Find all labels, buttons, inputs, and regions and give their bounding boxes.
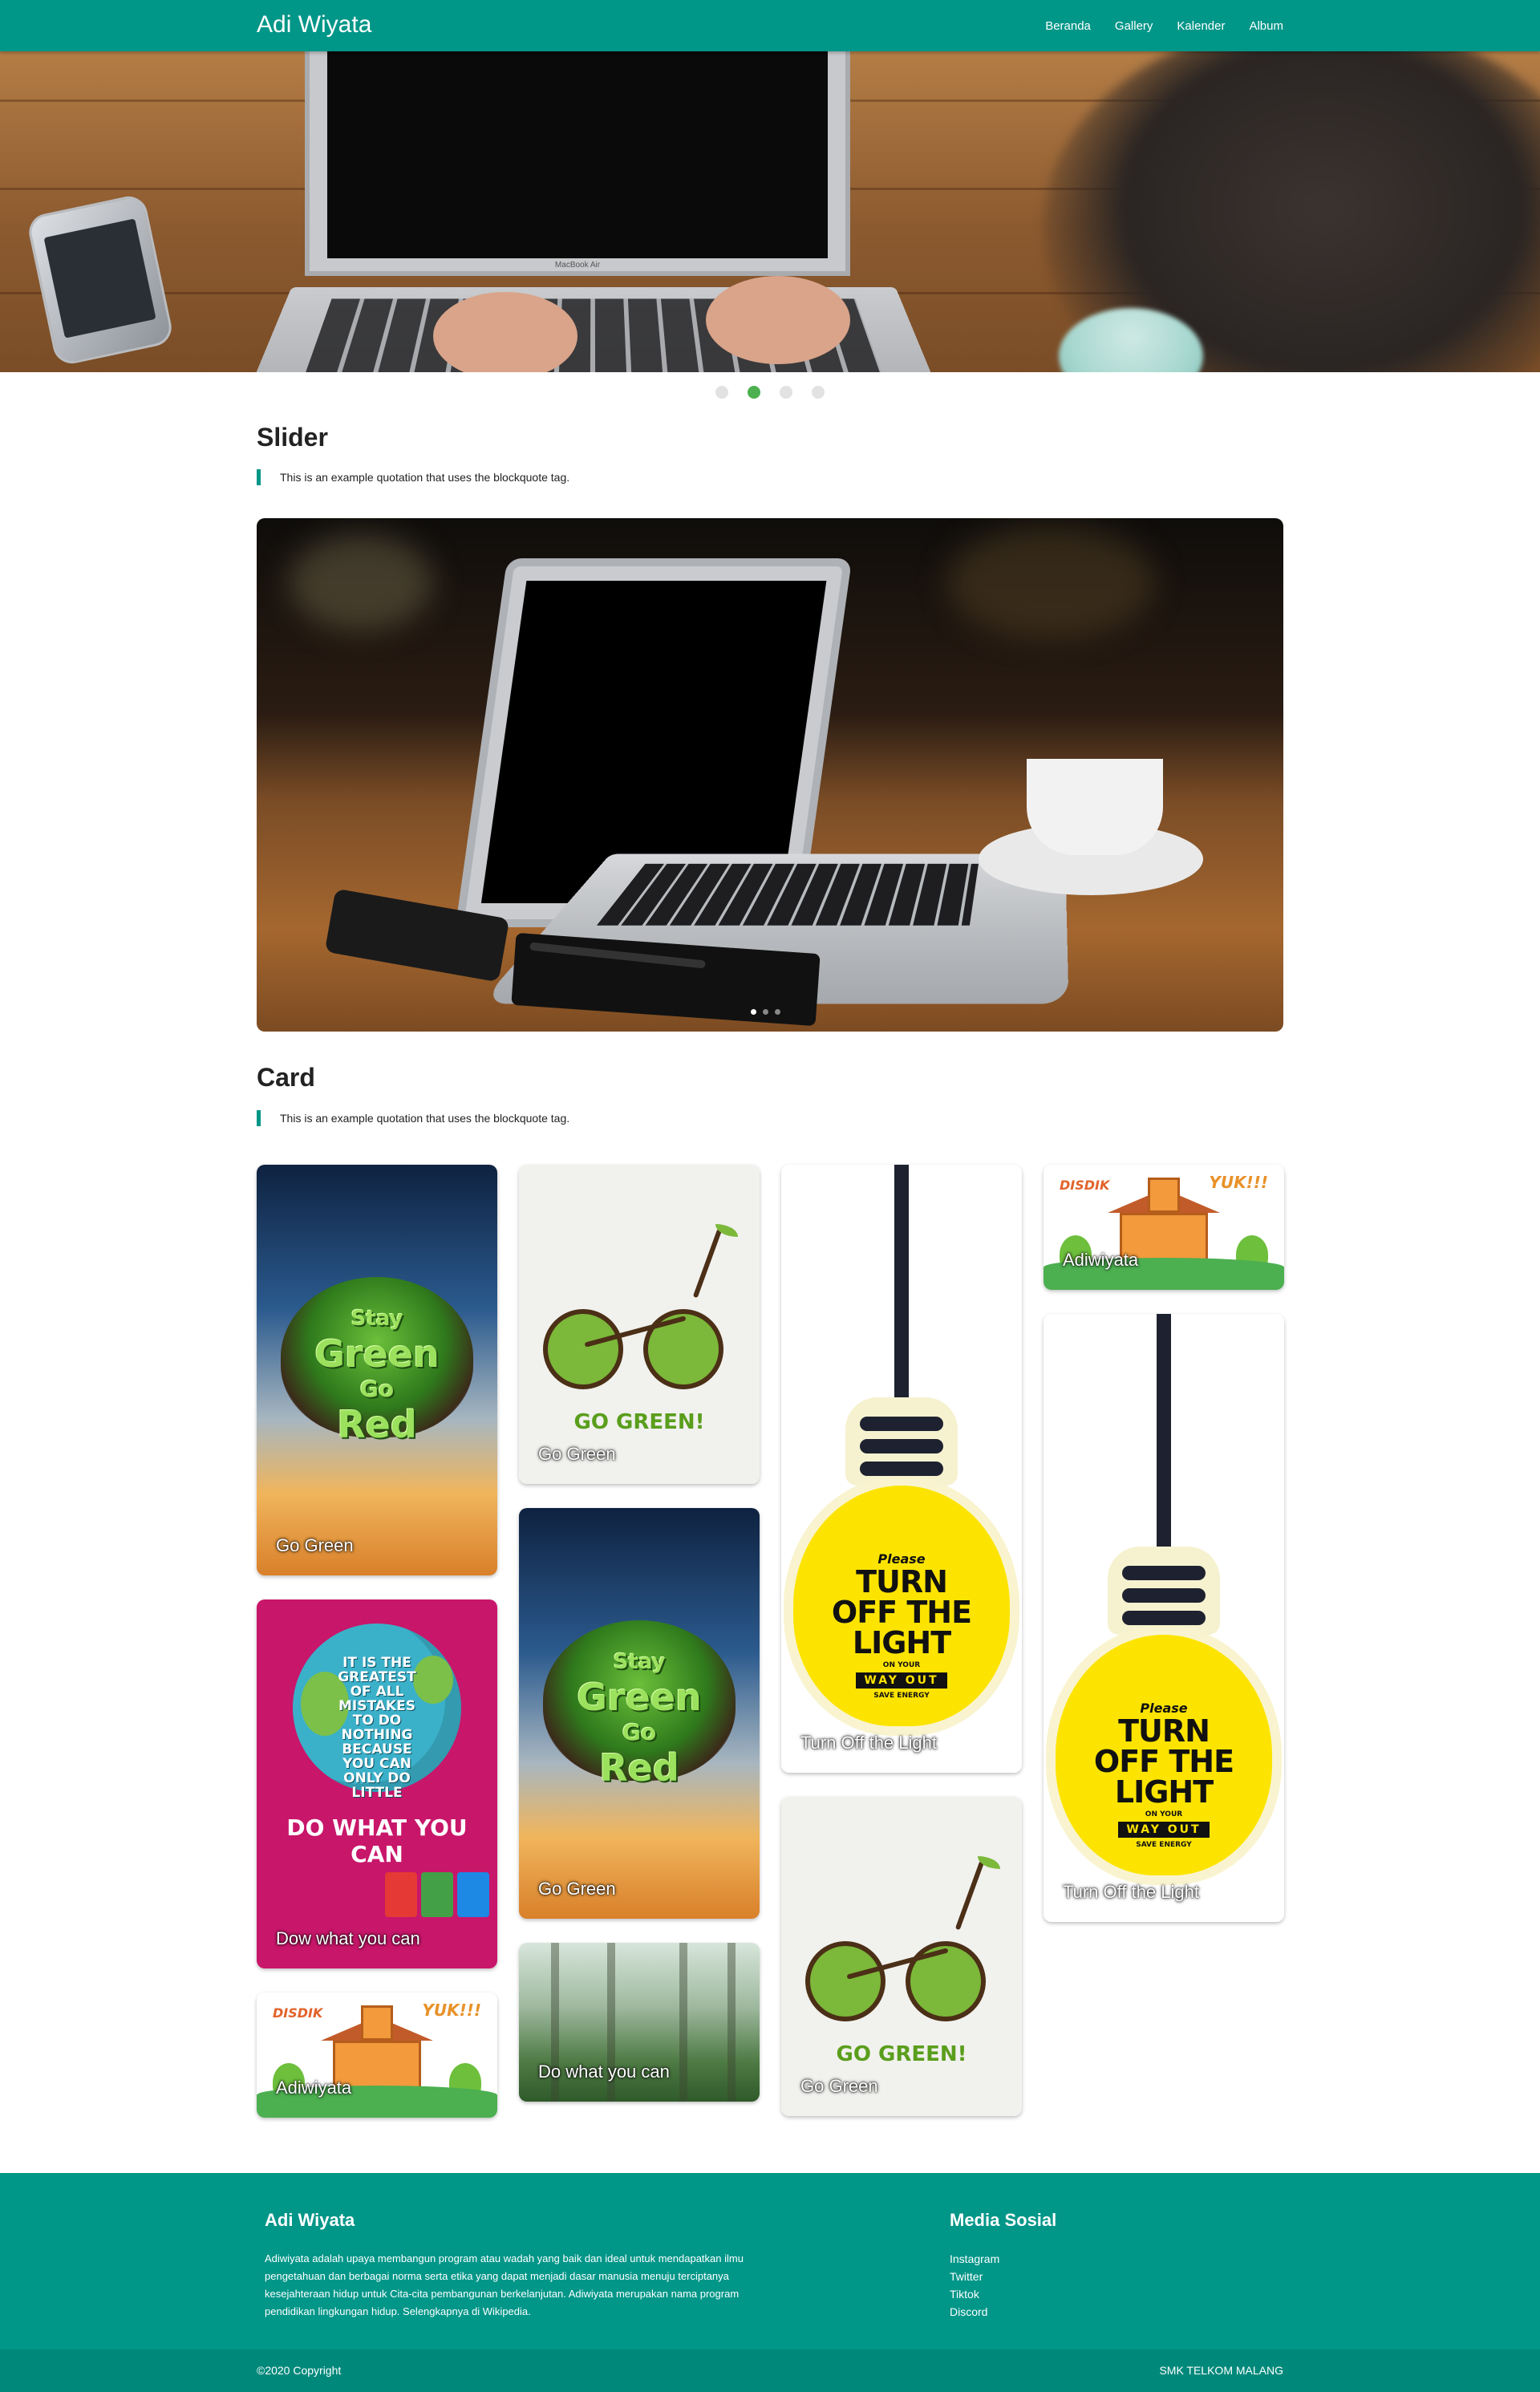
school-name[interactable]: SMK TELKOM MALANG [1159, 2364, 1283, 2377]
copyright-text: ©2020 Copyright [257, 2364, 342, 2377]
disdik-logo: DISDIK [273, 2005, 323, 2021]
social-link-tiktok[interactable]: Tiktok [950, 2285, 999, 2303]
nav-link-kalender[interactable]: Kalender [1177, 19, 1225, 33]
card-caption: Go Green [276, 1535, 354, 1555]
card-image: IT IS THE GREATEST OF ALL MISTAKES TO DO… [257, 1599, 497, 1968]
nav-menu: Beranda Gallery Kalender Album [1021, 0, 1283, 51]
card-adiwiyata-1[interactable]: DISDIK YUK!!! Adiwiyata [257, 1993, 497, 2118]
nav-link-album[interactable]: Album [1249, 19, 1283, 33]
card-caption: Go Green [538, 1879, 616, 1899]
poster-text: GO GREEN! [836, 2042, 967, 2066]
card-image: Please TURN OFF THE LIGHT ON YOUR WAY OU… [781, 1165, 1022, 1773]
card-caption: Go Green [800, 2076, 878, 2096]
social-link-instagram[interactable]: Instagram [950, 2250, 999, 2268]
slider-indicators [748, 1009, 784, 1015]
card-go-green-2[interactable]: GO GREEN! Go Green [519, 1165, 760, 1484]
card-section-title: Card [257, 1063, 315, 1092]
card-caption: Go Green [538, 1444, 616, 1464]
slider-section-title: Slider [257, 423, 328, 452]
footer-social-title: Media Sosial [950, 2210, 1057, 2230]
card-caption: Dow what you can [276, 1928, 420, 1948]
footer-about-title: Adi Wiyata [265, 2210, 355, 2230]
card-section-quote: This is an example quotation that uses t… [257, 1110, 569, 1126]
poster-text: Please TURN OFF THE LIGHT ON YOUR WAY OU… [1093, 1701, 1234, 1849]
hero-phone-image [25, 193, 176, 367]
card-image: Please TURN OFF THE LIGHT ON YOUR WAY OU… [1044, 1314, 1284, 1922]
hero-carousel[interactable]: MacBook Air [0, 51, 1540, 372]
social-link-twitter[interactable]: Twitter [950, 2268, 999, 2285]
card-caption: Do what you can [538, 2062, 670, 2082]
card-do-what-you-can-forest[interactable]: Do what you can [519, 1943, 760, 2102]
footer-copyright-bar: ©2020 Copyright SMK TELKOM MALANG [0, 2349, 1540, 2392]
hero-carousel-indicators [0, 386, 1540, 399]
hero-hand-left [433, 292, 578, 372]
card-image: DISDIK YUK!!! [1044, 1165, 1284, 1290]
hero-laptop-screen: MacBook Air [305, 51, 850, 276]
carousel-dot-4[interactable] [812, 386, 825, 399]
card-caption: Adiwiyata [1063, 1250, 1139, 1270]
slider-image[interactable] [257, 518, 1283, 1032]
card-turn-off-light-1[interactable]: Please TURN OFF THE LIGHT ON YOUR WAY OU… [781, 1165, 1022, 1773]
laptop-label: MacBook Air [554, 261, 601, 270]
card-image: DISDIK YUK!!! [257, 1993, 497, 2118]
brand-logo[interactable]: Adi Wiyata [257, 11, 371, 39]
card-go-green-3[interactable]: Stay Green Go Red Go Green [519, 1508, 760, 1919]
slider-dot-1[interactable] [751, 1009, 756, 1015]
carousel-dot-2-active[interactable] [748, 386, 760, 399]
social-link-discord[interactable]: Discord [950, 2303, 999, 2321]
card-caption: Turn Off the Light [800, 1733, 937, 1753]
footer-social-list: Instagram Twitter Tiktok Discord [950, 2250, 999, 2321]
card-go-green-1[interactable]: Stay Green Go Red Go Green [257, 1165, 497, 1575]
carousel-dot-1[interactable] [715, 386, 728, 399]
poster-text: GO GREEN! [573, 1410, 705, 1434]
poster-stay-green: Stay Green Go Red [314, 1307, 440, 1446]
card-image: GO GREEN! [781, 1797, 1022, 2116]
nav-link-beranda[interactable]: Beranda [1045, 19, 1091, 33]
card-turn-off-light-2[interactable]: Please TURN OFF THE LIGHT ON YOUR WAY OU… [1044, 1314, 1284, 1922]
card-image: Stay Green Go Red [257, 1165, 497, 1575]
card-adiwiyata-2[interactable]: DISDIK YUK!!! Adiwiyata [1044, 1165, 1284, 1290]
slider-cup [1027, 759, 1163, 855]
slider-section-quote: This is an example quotation that uses t… [257, 469, 569, 485]
poster-quote: IT IS THE GREATEST OF ALL MISTAKES TO DO… [338, 1655, 416, 1801]
poster-stay-green: Stay Green Go Red [577, 1650, 702, 1790]
poster-title: DO WHAT YOU CAN [286, 1814, 468, 1867]
hero-hand-right [706, 276, 850, 364]
navbar: Adi Wiyata Beranda Gallery Kalender Albu… [0, 0, 1540, 51]
card-caption: Adiwiyata [276, 2078, 352, 2098]
card-do-what-you-can[interactable]: IT IS THE GREATEST OF ALL MISTAKES TO DO… [257, 1599, 497, 1968]
poster-text: Please TURN OFF THE LIGHT ON YOUR WAY OU… [831, 1551, 972, 1700]
footer: Adi Wiyata Adiwiyata adalah upaya memban… [0, 2173, 1540, 2392]
slider-dot-3[interactable] [775, 1009, 780, 1015]
card-image: Stay Green Go Red [519, 1508, 760, 1919]
nav-link-gallery[interactable]: Gallery [1115, 19, 1153, 33]
card-go-green-4[interactable]: GO GREEN! Go Green [781, 1797, 1022, 2116]
card-caption: Turn Off the Light [1063, 1882, 1199, 1902]
footer-about-text: Adiwiyata adalah upaya membangun program… [265, 2252, 744, 2317]
slider-dot-2[interactable] [763, 1009, 768, 1015]
card-image: GO GREEN! [519, 1165, 760, 1484]
disdik-logo: DISDIK [1060, 1178, 1110, 1193]
carousel-dot-3[interactable] [780, 386, 792, 399]
